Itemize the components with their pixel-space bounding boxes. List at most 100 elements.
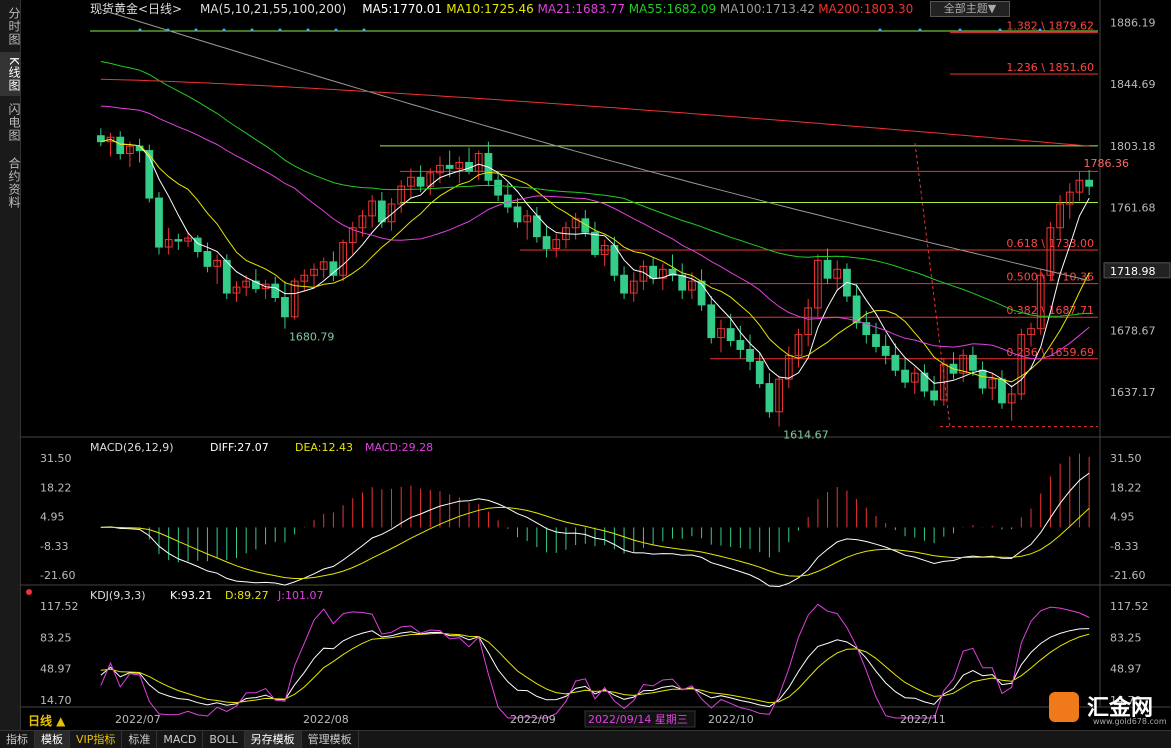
kdj-left-axis-label: 14.70: [40, 694, 72, 707]
event-marker-dot: [362, 28, 366, 32]
candle-body: [620, 274, 628, 294]
sidebar-tab-2[interactable]: 闪电图: [0, 100, 21, 144]
event-marker-dot: [918, 28, 922, 32]
macd-axis-label: -8.33: [1110, 540, 1138, 553]
low-annotation-1: 1680.79: [289, 330, 335, 343]
ma55-line: [100, 61, 1090, 317]
candle-body: [746, 348, 754, 362]
ma200-line: [100, 78, 1090, 147]
macd-axis-label: -21.60: [1110, 569, 1145, 582]
price-axis-label: 1803.18: [1110, 140, 1156, 153]
bottom-tab-bar: 指标 模板 VIP指标 标准 MACD BOLL 另存模板 管理模板: [0, 730, 1171, 748]
gold678-logo: 汇金网 www.gold678.com: [1045, 690, 1169, 730]
candle-body: [755, 360, 764, 385]
candle-body: [271, 283, 280, 298]
candle-body: [881, 345, 890, 356]
bottom-tab-1[interactable]: 模板: [35, 731, 70, 748]
candle-body: [281, 296, 289, 318]
event-marker-dot: [222, 28, 226, 32]
candle-body: [736, 340, 745, 350]
bottom-tab-0[interactable]: 指标: [0, 731, 35, 748]
candle-body: [174, 239, 183, 242]
candle-body: [203, 250, 212, 267]
macd-axis-label: 31.50: [1110, 452, 1142, 465]
time-axis-label: 2022/09: [510, 713, 556, 726]
bottom-tab-3[interactable]: 标准: [122, 731, 158, 748]
indicator-settings-icon[interactable]: [26, 589, 32, 595]
event-marker-dot: [194, 28, 198, 32]
period-label[interactable]: 日线 ▲: [28, 712, 65, 729]
macd-dea-value: DEA:12.43: [295, 441, 353, 454]
price-axis-label: 1761.68: [1110, 201, 1156, 214]
candle-body: [765, 383, 774, 413]
macd-left-axis-label: 18.22: [40, 481, 72, 494]
candle-body: [610, 245, 619, 276]
ma-legend-6: MA200:1803.30: [818, 2, 913, 16]
time-axis-label: 2022/10: [708, 713, 754, 726]
kdj-left-axis-label: 117.52: [40, 600, 79, 613]
sidebar-tab-3[interactable]: 合约资料: [0, 150, 21, 216]
logo-url: www.gold678.com: [1093, 717, 1167, 726]
ma-legend-5: MA100:1713.42: [720, 2, 815, 16]
candle-body: [445, 164, 454, 169]
bottom-tab-7[interactable]: 管理模板: [302, 731, 359, 748]
high-annotation: 1786.36: [1083, 157, 1129, 170]
fib-label-5: 0.236 \ 1659.69: [1006, 346, 1094, 359]
candle-body: [891, 354, 900, 371]
candle-body: [901, 369, 909, 383]
price-axis-label: 1886.19: [1110, 17, 1156, 30]
ma-legend-2: MA10:1725.46: [446, 2, 534, 16]
event-marker-dot: [958, 28, 962, 32]
kdj-axis-label: 83.25: [1110, 631, 1142, 644]
candle-body: [222, 259, 231, 294]
fib-trend-line: [914, 143, 951, 427]
candle-body: [494, 179, 502, 196]
chart-canvas: 现货黄金<日线> MA(5,10,21,55,100,200) MA5:1770.0…: [20, 0, 1171, 728]
macd-title: MACD(26,12,9): [90, 441, 174, 454]
time-axis-label: 2022/11: [900, 713, 946, 726]
macd-left-axis-label: -21.60: [40, 569, 75, 582]
fib-label-4: 0.382 \ 1687.71: [1006, 304, 1094, 317]
event-marker-dot: [250, 28, 254, 32]
macd-axis-label: 18.22: [1110, 481, 1142, 494]
kdj-left-axis-label: 83.25: [40, 631, 72, 644]
macd-left-axis-label: 31.50: [40, 452, 72, 465]
kdj-k-line: [100, 628, 1090, 708]
logo-icon: [1049, 692, 1079, 722]
ma-legend-1: MA5:1770.01: [362, 2, 442, 16]
sidebar-tab-1[interactable]: K线图: [0, 52, 21, 96]
candle-body: [542, 236, 551, 250]
macd-left-axis-label: 4.95: [40, 511, 65, 524]
kdj-j-value: J:101.07: [277, 589, 323, 602]
fib-label-1: 1.236 \ 1851.60: [1006, 61, 1094, 74]
time-axis-label: 2022/07: [115, 713, 161, 726]
candle-body: [116, 136, 125, 155]
ma-legend-3: MA21:1683.77: [538, 2, 626, 16]
event-marker-dot: [166, 28, 170, 32]
event-marker-dot: [334, 28, 338, 32]
bottom-tab-2[interactable]: VIP指标: [70, 731, 123, 748]
sidebar-tab-0[interactable]: 分时图: [0, 4, 21, 48]
macd-diff-value: DIFF:27.07: [210, 441, 269, 454]
ma-legend-0: MA(5,10,21,55,100,200): [200, 2, 346, 16]
macd-left-axis-label: -8.33: [40, 540, 68, 553]
candle-body: [998, 378, 1006, 404]
event-marker-dot: [278, 28, 282, 32]
low-annotation-2: 1614.67: [783, 429, 829, 442]
bottom-tab-6[interactable]: 另存模板: [244, 731, 302, 748]
theme-select-button[interactable]: 全部主题▼: [930, 1, 1010, 17]
candle-body: [155, 197, 163, 248]
candle-body: [823, 259, 832, 279]
kdj-axis-label: 117.52: [1110, 600, 1149, 613]
fib-label-0: 1.382 \ 1879.62: [1006, 19, 1094, 32]
macd-macd-value: MACD:29.28: [365, 441, 433, 454]
kdj-k-value: K:93.21: [170, 589, 212, 602]
candle-body: [930, 390, 939, 401]
kdj-axis-label: 48.97: [1110, 663, 1142, 676]
bottom-tab-4[interactable]: MACD: [157, 731, 204, 748]
bottom-tab-5[interactable]: BOLL: [203, 731, 245, 748]
candle-body: [532, 215, 541, 238]
event-marker-dot: [998, 28, 1002, 32]
candle-body: [920, 372, 929, 392]
candle-body: [707, 304, 716, 339]
